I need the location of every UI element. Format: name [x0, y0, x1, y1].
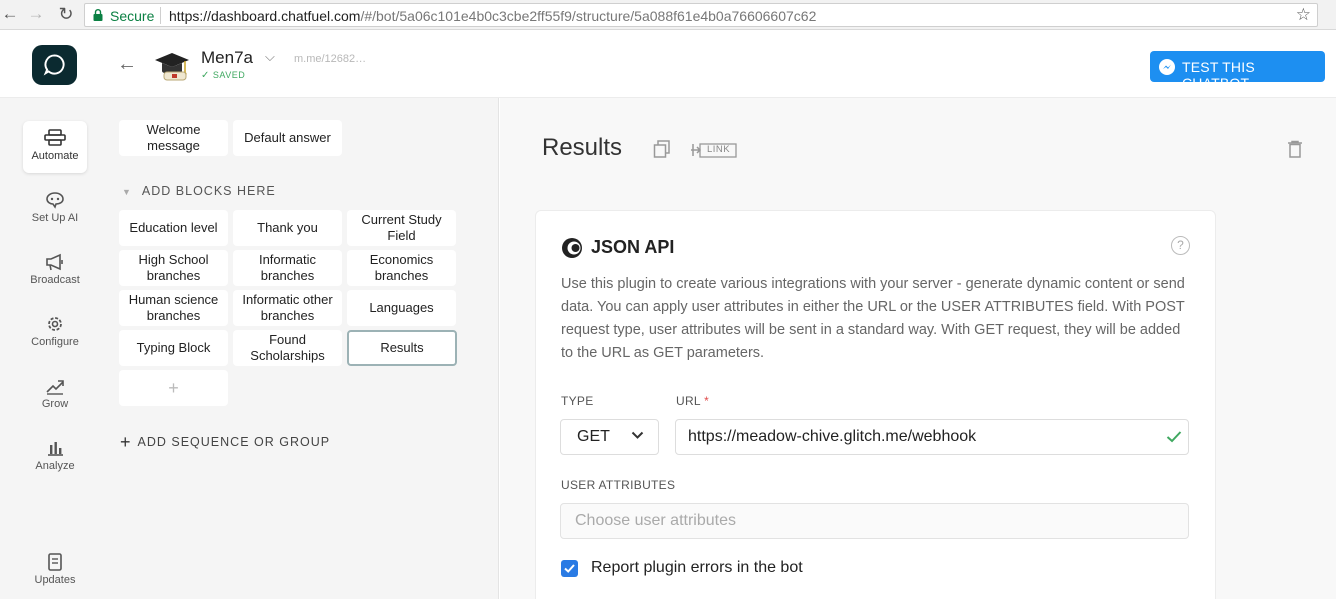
gear-icon [48, 317, 62, 331]
block-found-scholarships[interactable]: Found Scholarships [233, 330, 342, 366]
left-navigation: Automate Set Up AI Broadcast Configure G… [0, 98, 110, 599]
user-attributes-label: USER ATTRIBUTES [561, 478, 676, 492]
add-sequence-label: ADD SEQUENCE OR GROUP [137, 435, 331, 449]
browser-reload-icon[interactable]: ↻ [56, 4, 76, 24]
block-results[interactable]: Results [347, 330, 457, 366]
bar-chart-icon [48, 442, 63, 456]
bookmark-star-icon[interactable]: ☆ [1296, 5, 1311, 25]
collapse-triangle-icon: ▼ [122, 187, 132, 197]
block-languages[interactable]: Languages [347, 290, 456, 326]
trend-icon [46, 380, 64, 395]
megaphone-icon [46, 253, 63, 271]
checkbox-check-icon [564, 564, 575, 573]
address-bar[interactable]: Secure https://dashboard.chatfuel.com/#/… [84, 3, 1318, 27]
automate-icon [44, 129, 66, 146]
secure-label: Secure [110, 8, 155, 24]
saved-check-icon: ✓ [201, 70, 210, 81]
browser-back-icon[interactable]: ← [0, 4, 20, 24]
nav-label-automate: Automate [31, 150, 79, 162]
json-api-icon [562, 238, 582, 258]
help-icon[interactable]: ? [1171, 236, 1190, 255]
url-label: URL * [676, 394, 709, 408]
block-education-level[interactable]: Education level [119, 210, 228, 246]
block-economics-branches[interactable]: Economics branches [347, 250, 456, 286]
nav-label-configure: Configure [31, 336, 79, 348]
url-host: https://dashboard.chatfuel.com [169, 8, 361, 24]
block-informatic-branches[interactable]: Informatic branches [233, 250, 342, 286]
nav-item-analyze[interactable]: Analyze [23, 431, 87, 483]
block-welcome-message[interactable]: Welcome message [119, 120, 228, 156]
bot-menu-chevron-icon[interactable]: ⌵ [265, 49, 275, 65]
nav-item-broadcast[interactable]: Broadcast [23, 245, 87, 297]
block-human-science-branches[interactable]: Human science branches [119, 290, 228, 326]
chatfuel-logo-icon[interactable] [32, 45, 77, 85]
valid-check-icon [1166, 431, 1182, 443]
block-typing-block[interactable]: Typing Block [119, 330, 228, 366]
plugin-description: Use this plugin to create various integr… [561, 276, 1185, 361]
link-label: LINK [707, 144, 731, 155]
link-button[interactable]: LINK [690, 141, 738, 159]
nav-label-grow: Grow [41, 398, 69, 410]
block-title[interactable]: Results [542, 134, 622, 162]
test-chatbot-label: TEST THIS CHATBOT [1182, 59, 1255, 91]
url-text[interactable]: https://dashboard.chatfuel.com/#/bot/5a0… [169, 8, 816, 24]
nav-item-configure[interactable]: Configure [23, 307, 87, 359]
nav-label-analyze: Analyze [35, 460, 75, 472]
copy-icon[interactable] [653, 140, 671, 158]
nav-label-updates: Updates [34, 574, 76, 586]
saved-label: SAVED [212, 70, 246, 80]
section-add-blocks-label: ADD BLOCKS HERE [141, 184, 276, 198]
url-separator [160, 7, 161, 24]
bot-name[interactable]: Men7a [201, 48, 253, 68]
json-api-plugin-card: JSON API ? Use this plugin to create var… [535, 210, 1216, 599]
block-editor: Results LINK JSON API ? Use this plugin … [500, 98, 1336, 599]
add-block-button[interactable]: + [119, 370, 228, 406]
back-arrow-icon[interactable]: ← [117, 53, 137, 76]
nav-label-broadcast: Broadcast [30, 274, 80, 286]
report-errors-label[interactable]: Report plugin errors in the bot [591, 559, 803, 577]
trash-icon[interactable] [1287, 140, 1303, 158]
chevron-down-icon [631, 431, 644, 439]
type-select[interactable]: GET [560, 419, 659, 455]
type-label: TYPE [561, 394, 594, 408]
saved-status: ✓ SAVED [201, 70, 245, 81]
app-header: ← Men7a ⌵ ✓ SAVED m.me/12682… TEST THIS C… [0, 31, 1336, 98]
browser-toolbar: ← → ↻ Secure https://dashboard.chatfuel.… [0, 0, 1336, 30]
url-input[interactable] [675, 419, 1189, 455]
plus-icon: + [120, 432, 132, 452]
messenger-icon [1159, 59, 1175, 75]
block-default-answer[interactable]: Default answer [233, 120, 342, 156]
blocks-panel: Welcome message Default answer ▼ ADD BLOC… [110, 98, 499, 599]
nav-label-setup-ai: Set Up AI [31, 212, 79, 224]
user-attributes-input[interactable] [560, 503, 1189, 539]
report-errors-checkbox[interactable] [561, 560, 578, 577]
block-thank-you[interactable]: Thank you [233, 210, 342, 246]
updates-icon [48, 553, 62, 571]
url-label-text: URL [676, 394, 701, 408]
block-informatic-other-branches[interactable]: Informatic other branches [233, 290, 342, 326]
graduation-cap-avatar [155, 53, 189, 81]
nav-item-setup-ai[interactable]: Set Up AI [23, 183, 87, 235]
test-chatbot-button[interactable]: TEST THIS CHATBOT [1150, 51, 1325, 91]
type-select-value: GET [577, 428, 610, 445]
section-add-blocks[interactable]: ▼ ADD BLOCKS HERE [122, 184, 276, 198]
block-current-study-field[interactable]: Current Study Field [347, 210, 456, 246]
nav-item-updates[interactable]: Updates [23, 545, 87, 597]
add-sequence-or-group-button[interactable]: + ADD SEQUENCE OR GROUP [120, 432, 330, 453]
nav-item-grow[interactable]: Grow [23, 369, 87, 421]
plugin-title: JSON API [591, 237, 675, 257]
lock-icon [93, 9, 103, 21]
block-high-school-branches[interactable]: High School branches [119, 250, 228, 286]
browser-forward-icon[interactable]: → [26, 4, 46, 24]
url-path: /#/bot/5a06c101e4b0c3cbe2ff55f9/structur… [360, 8, 817, 24]
ai-icon [46, 192, 64, 209]
nav-item-automate[interactable]: Automate [23, 121, 87, 173]
messenger-link[interactable]: m.me/12682… [294, 53, 366, 65]
required-asterisk: * [704, 394, 710, 408]
